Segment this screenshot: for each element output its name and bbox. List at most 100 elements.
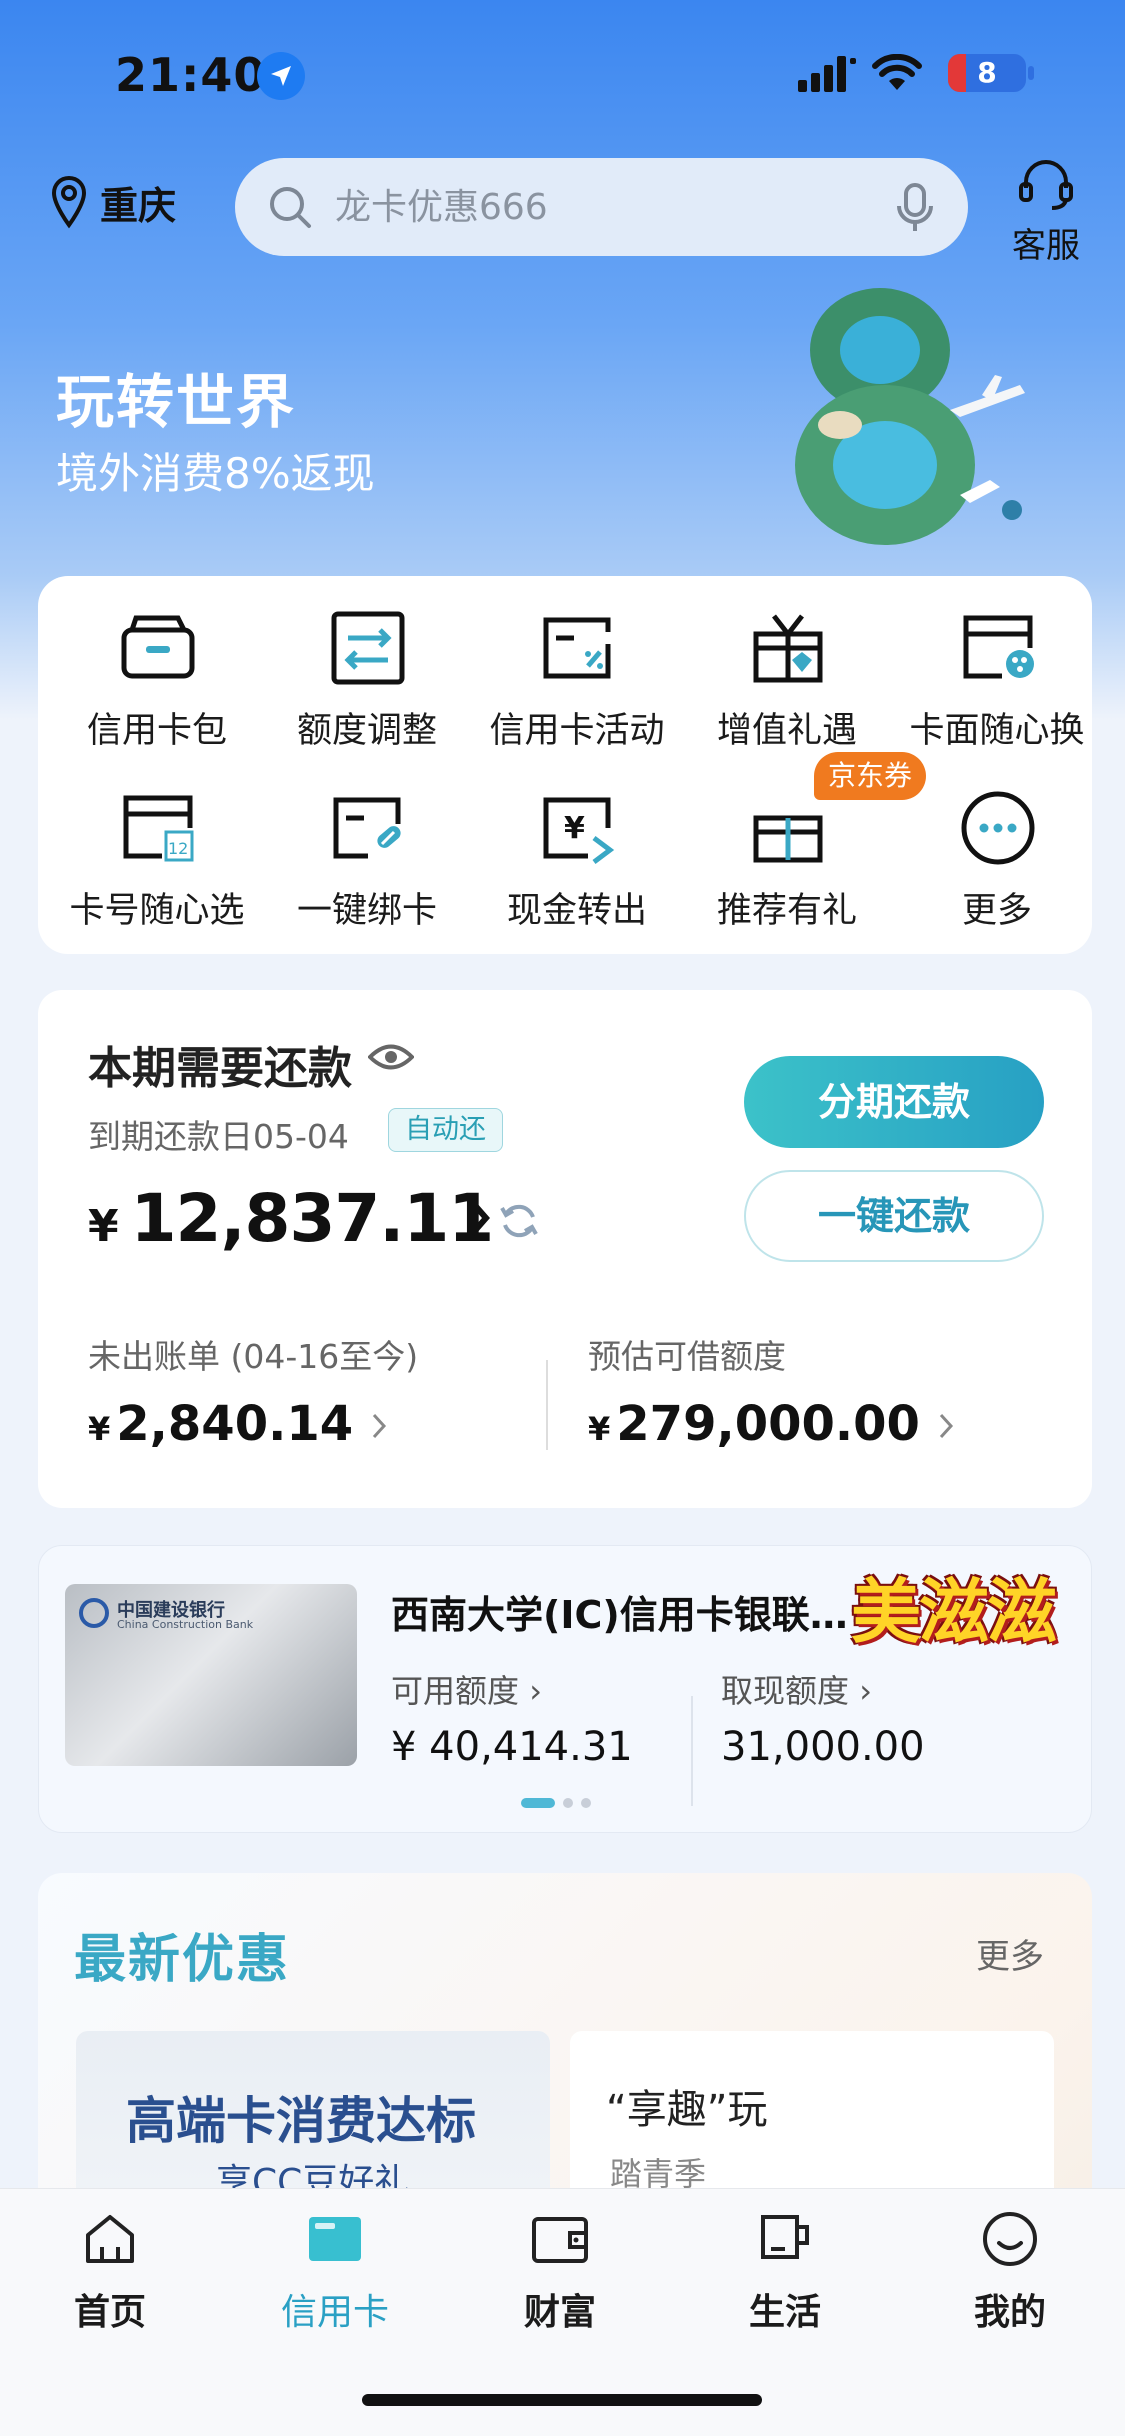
carousel-dots [521,1798,591,1808]
grid-item-label: 卡号随心选 [69,891,245,931]
customer-service-button[interactable]: 客服 [1006,158,1086,267]
wallet-icon [532,2217,588,2263]
location-arrow-icon [257,52,305,100]
svg-text:12: 12 [168,839,188,858]
travel-eight-illustration[interactable] [720,265,1050,565]
credit-card-image[interactable]: 中国建设银行 China Construction Bank [65,1584,357,1766]
tab-credit-card[interactable]: 信用卡 [260,2209,410,2335]
cash-limit-label: 取现额度 [721,1672,850,1710]
borrow-limit-label: 预估可借额度 [588,1337,786,1376]
chevron-right-icon[interactable] [468,1198,490,1238]
city-selector[interactable]: 重庆 [50,172,176,232]
search-icon [270,187,311,228]
cup-icon [761,2215,809,2259]
promotions-more-link[interactable]: 更多 [976,1929,1044,1978]
repayment-title: 本期需要还款 [88,1043,352,1094]
promotions-title: 最新优惠 [74,1930,291,1990]
grid-item-card-activity[interactable]: 信用卡活动 [472,592,682,762]
available-limit-value: ¥ 40,414.31 [391,1724,633,1770]
grid-item-label: 信用卡活动 [489,711,665,751]
battery-level: 8 [977,56,997,89]
grid-item-gift-benefit[interactable]: 增值礼遇 [682,592,892,762]
cellular-signal-icon [798,56,858,96]
tab-label: 我的 [973,2292,1046,2333]
card-bank-name-en: China Construction Bank [117,1618,254,1631]
city-label: 重庆 [100,183,177,228]
due-date-label: 到期还款日05-04 [88,1117,349,1156]
borrow-limit-value: 279,000.00 [616,1396,920,1452]
grid-item-more[interactable]: 更多 [892,772,1102,942]
chevron-right-icon [939,1413,953,1439]
location-pin-icon [51,175,87,229]
grid-item-label: 卡面随心换 [909,711,1085,751]
tab-life[interactable]: 生活 [710,2209,860,2335]
grid-item-adjust-limit[interactable]: 额度调整 [262,592,472,762]
grid-item-label: 更多 [961,891,1032,931]
status-bar: 21:40 8 [0,40,1125,110]
headset-icon [1019,160,1073,210]
tab-label: 财富 [523,2292,596,2333]
grid-item-cash-transfer[interactable]: ¥ 现金转出 [472,772,682,942]
eye-icon[interactable] [368,1042,414,1072]
sticker-text: 美滋滋 [851,1571,1057,1653]
card-number-icon: 12 [123,795,194,862]
tab-wealth[interactable]: 财富 [485,2209,635,2335]
search-bar[interactable] [235,158,968,256]
currency-symbol: ¥ [88,1201,119,1252]
home-icon [86,2215,134,2263]
card-face-icon [963,615,1034,679]
card-name: 西南大学(IC)信用卡银联… [391,1593,848,1637]
bank-logo-icon [79,1598,109,1628]
auto-repay-badge: 自动还 [388,1108,503,1152]
search-input[interactable] [335,158,895,256]
chevron-right-icon [373,1413,387,1439]
banner-title[interactable]: 玩转世界 [56,355,296,439]
currency-symbol: ¥ [88,1410,111,1448]
tab-mine[interactable]: 我的 [935,2209,1085,2335]
divider [546,1360,548,1450]
jd-coupon-badge: 京东券 [814,752,927,800]
cash-limit[interactable]: 取现额度 › 31,000.00 [721,1666,925,1770]
tab-label: 首页 [73,2292,146,2333]
smiley-icon [983,2212,1037,2266]
available-limit-label: 可用额度 [391,1672,520,1710]
currency-symbol: ¥ [588,1410,611,1448]
borrow-limit-section[interactable]: 预估可借额度 ¥ 279,000.00 [588,1330,954,1452]
grid-item-label: 推荐有礼 [716,891,857,931]
adjust-limit-icon [331,611,405,685]
unbilled-value: 2,840.14 [116,1396,354,1452]
tab-home[interactable]: 首页 [35,2209,185,2335]
card-wallet-icon [121,615,195,679]
repayment-amount[interactable]: ¥ 12,837.11 [88,1180,495,1257]
wifi-icon [872,53,922,96]
credit-card-icon [309,2217,361,2261]
unbilled-section[interactable]: 未出账单 (04-16至今) ¥ 2,840.14 [88,1330,418,1452]
cash-transfer-icon: ¥ [543,797,615,864]
grid-item-bind-card[interactable]: 一键绑卡 [262,772,472,942]
grid-item-label: 现金转出 [506,891,647,931]
credit-card-info[interactable]: 中国建设银行 China Construction Bank 西南大学(IC)信… [38,1545,1092,1833]
grid-item-label: 增值礼遇 [716,711,857,751]
battery-icon: 8 [948,54,1026,92]
installment-repay-button[interactable]: 分期还款 [744,1056,1044,1148]
refresh-icon[interactable] [498,1200,540,1242]
available-limit[interactable]: 可用额度 › ¥ 40,414.31 [391,1666,633,1770]
customer-service-label: 客服 [1012,226,1080,266]
one-click-repay-button[interactable]: 一键还款 [744,1170,1044,1262]
microphone-icon[interactable] [895,182,935,234]
banner-subtitle[interactable]: 境外消费8%返现 [56,440,375,501]
unbilled-label: 未出账单 (04-16至今) [88,1337,419,1376]
grid-item-card-face[interactable]: 卡面随心换 [892,592,1102,762]
more-icon [961,791,1035,865]
grid-item-card-wallet[interactable]: 信用卡包 [52,592,262,762]
amount-value: 12,837.11 [130,1180,495,1257]
grid-item-label: 一键绑卡 [296,891,437,931]
card-activity-icon [543,617,611,679]
divider [691,1696,693,1806]
home-indicator[interactable] [362,2394,762,2406]
grid-item-card-number[interactable]: 12 卡号随心选 [52,772,262,942]
gift-benefit-icon [753,614,823,683]
tab-label: 信用卡 [280,2292,389,2333]
quick-actions-grid: 信用卡包 额度调整 信用卡活动 增值礼遇 卡面随心换 12 卡号随心选 一键绑卡… [38,576,1092,954]
bind-card-icon [333,797,401,859]
